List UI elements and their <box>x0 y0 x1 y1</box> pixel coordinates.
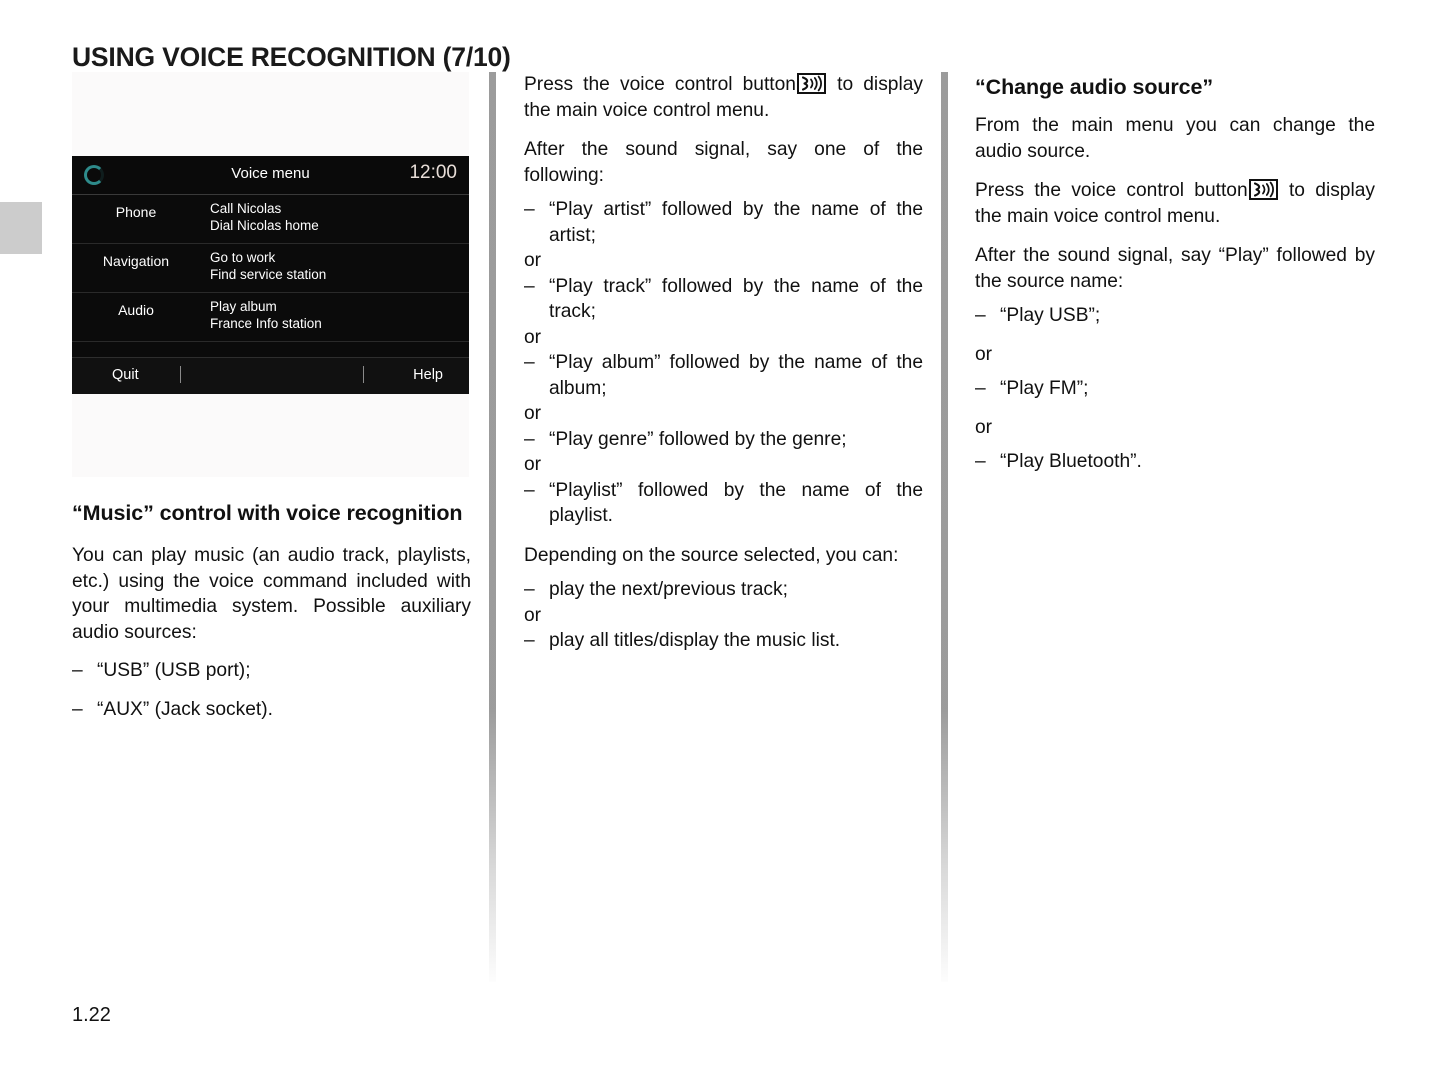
bullet-text: “Play USB”; <box>1000 305 1101 326</box>
list-item: – play the next/previous track; <box>524 577 923 603</box>
bullet-dash: – <box>72 698 83 720</box>
screen-row-navigation[interactable]: Navigation Go to work Find service stati… <box>72 244 469 293</box>
right-column: “Change audio source” From the main menu… <box>975 72 1375 475</box>
bullet-text: “USB” (USB port); <box>97 660 251 681</box>
page-title: USING VOICE RECOGNITION (7/10) <box>72 41 511 72</box>
list-item: – “Play USB”; <box>975 303 1375 329</box>
list-item: – “Play album” followed by the name of t… <box>524 350 923 401</box>
bullet-dash: – <box>524 275 535 297</box>
list-item: – play all titles/display the music list… <box>524 628 923 654</box>
screen-row-value: Go to work <box>210 250 276 265</box>
screen-row-values: Play album France Info station <box>210 298 322 332</box>
right-column-paragraph-2: After the sound signal, say “Play” follo… <box>975 245 1375 292</box>
bullet-text: “Playlist” followed by the name of the p… <box>549 479 923 527</box>
list-item: – “Play FM”; <box>975 376 1375 402</box>
screen-row-label: Phone <box>115 204 157 220</box>
or-label: or <box>524 250 542 271</box>
or-label: or <box>524 604 542 626</box>
or-label: or <box>524 326 542 348</box>
chapter-thumb-tab <box>0 202 42 254</box>
or-label: or <box>524 454 542 475</box>
bullet-dash: – <box>524 579 535 600</box>
bullet-text: play the next/previous track; <box>549 579 788 600</box>
screen-row-label: Navigation <box>102 253 170 269</box>
middle-depending-paragraph: Depending on the source selected, you ca… <box>524 544 899 566</box>
left-column-paragraph: You can play music (an audio track, play… <box>72 545 471 643</box>
screen-row-values: Call Nicolas Dial Nicolas home <box>210 200 319 234</box>
screen-top-bar: Voice menu 12:00 <box>72 156 469 195</box>
list-item: – “Play artist” followed by the name of … <box>524 197 923 248</box>
quit-button[interactable]: Quit <box>112 367 139 383</box>
bullet-dash: – <box>524 428 535 450</box>
bullet-text: “Play album” followed by the name of the… <box>549 352 923 399</box>
bullet-dash: – <box>524 630 535 651</box>
list-item: – “Play genre” followed by the genre; <box>524 427 923 453</box>
screen-clock: 12:00 <box>409 162 457 183</box>
footer-divider-tick <box>363 366 364 383</box>
bullet-dash: – <box>975 305 986 326</box>
screen-row-value: France Info station <box>210 316 322 331</box>
right-column-heading: “Change audio source” <box>975 75 1214 99</box>
screen-footer-bar: Quit Help <box>72 357 469 394</box>
bullet-dash: – <box>524 352 535 373</box>
bullet-text: “Play Bluetooth”. <box>1000 451 1142 472</box>
screen-row-value: Play album <box>210 299 277 314</box>
or-label: or <box>524 403 542 424</box>
middle-column: Press the voice control button to displa… <box>524 72 923 654</box>
screen-row-values: Go to work Find service station <box>210 249 326 283</box>
voice-control-button-icon <box>796 73 826 94</box>
footer-divider-tick <box>180 366 181 383</box>
voice-menu-screen: Voice menu 12:00 Phone Call Nicolas Dial… <box>72 156 469 394</box>
left-column: Voice menu 12:00 Phone Call Nicolas Dial… <box>72 72 471 722</box>
middle-intro-paragraph: Press the voice control button to displa… <box>524 72 923 123</box>
list-item: – “USB” (USB port); <box>72 658 471 684</box>
right-column-paragraph-1: From the main menu you can change the au… <box>975 115 1375 162</box>
bullet-text: “Play genre” followed by the genre; <box>549 428 847 450</box>
screen-row-value: Find service station <box>210 267 327 282</box>
screen-row-value: Dial Nicolas home <box>210 218 319 233</box>
bullet-text: play all titles/display the music list. <box>549 630 841 651</box>
screen-row-value: Call Nicolas <box>210 201 282 216</box>
bullet-dash: – <box>72 660 83 681</box>
middle-sound-signal-paragraph: After the sound signal, say one of the f… <box>524 139 923 186</box>
bullet-dash: – <box>524 199 535 220</box>
right-intro-paragraph: Press the voice control button to displa… <box>975 178 1375 229</box>
help-button[interactable]: Help <box>413 367 443 383</box>
list-item: – “Playlist” followed by the name of the… <box>524 478 923 529</box>
infotainment-screen-figure: Voice menu 12:00 Phone Call Nicolas Dial… <box>72 72 469 477</box>
column-separator-right <box>941 72 948 982</box>
or-label: or <box>975 416 993 438</box>
bullet-text: “AUX” (Jack socket). <box>97 698 273 720</box>
list-item: – “AUX” (Jack socket). <box>72 697 471 723</box>
middle-intro-before-icon: Press the voice control button <box>524 74 796 95</box>
list-item: – “Play Bluetooth”. <box>975 449 1375 475</box>
screen-row-label: Audio <box>118 302 154 318</box>
bullet-dash: – <box>524 479 535 501</box>
voice-control-button-icon <box>1248 179 1278 200</box>
screen-row-audio[interactable]: Audio Play album France Info station <box>72 293 469 342</box>
column-separator-left <box>489 72 496 982</box>
left-column-heading: “Music” control with voice recognition <box>72 501 463 525</box>
screen-row-phone[interactable]: Phone Call Nicolas Dial Nicolas home <box>72 195 469 244</box>
or-label: or <box>975 343 993 365</box>
bullet-dash: – <box>975 451 986 472</box>
bullet-text: “Play FM”; <box>1000 378 1089 399</box>
bullet-dash: – <box>975 378 986 399</box>
list-item: – “Play track” followed by the name of t… <box>524 274 923 325</box>
page-number: 1.22 <box>72 1004 111 1026</box>
bullet-text: “Play track” followed by the name of the… <box>549 275 923 323</box>
right-intro-before-icon: Press the voice control button <box>975 180 1248 201</box>
bullet-text: “Play artist” followed by the name of th… <box>549 199 923 246</box>
